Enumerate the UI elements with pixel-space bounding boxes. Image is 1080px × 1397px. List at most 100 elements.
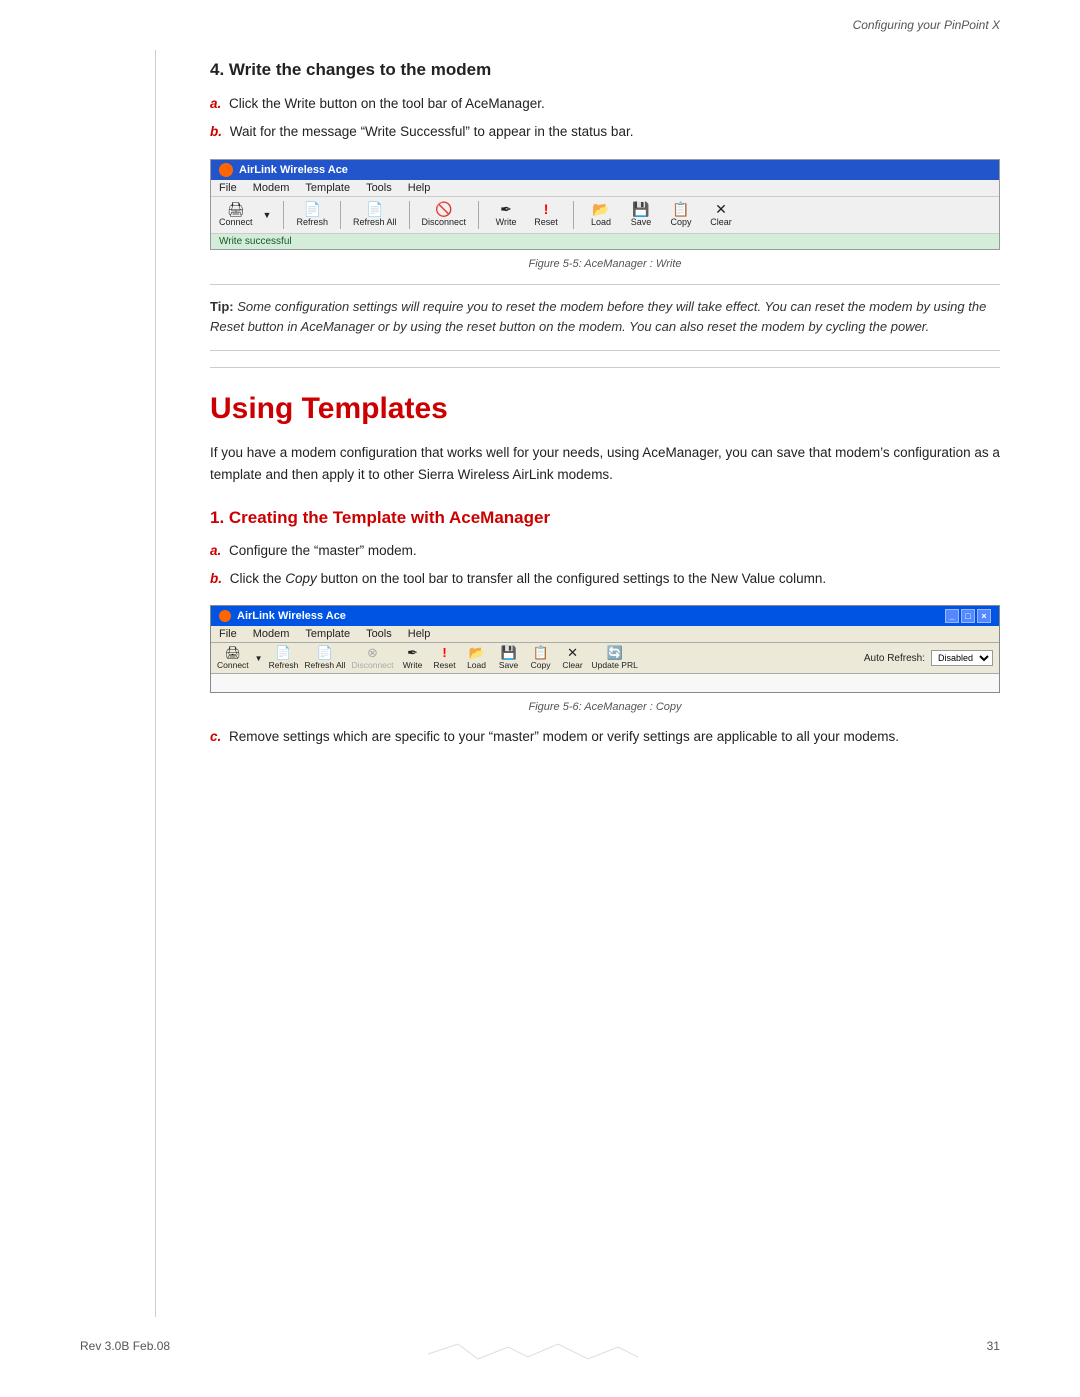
toolbar2-load[interactable]: 📂 Load bbox=[464, 646, 490, 670]
wave-decoration bbox=[428, 1339, 728, 1369]
refresh-icon: 📄 bbox=[303, 202, 320, 216]
reset-label: Reset bbox=[534, 217, 558, 227]
page-footer: Rev 3.0B Feb.08 31 bbox=[0, 1339, 1080, 1369]
section4-step-a: a. Click the Write button on the tool ba… bbox=[210, 94, 1000, 114]
tip-text: Some configuration settings will require… bbox=[210, 299, 986, 335]
toolbar-write[interactable]: ✒ Write bbox=[491, 202, 521, 227]
s1-step-c-label: c. bbox=[210, 729, 221, 744]
screenshot1: AirLink Wireless Ace File Modem Template… bbox=[210, 159, 1000, 250]
save2-label: Save bbox=[499, 660, 518, 670]
toolbar-refresh-all[interactable]: 📄 Refresh All bbox=[353, 202, 397, 227]
load2-icon: 📂 bbox=[468, 646, 484, 659]
update-prl-label: Update PRL bbox=[592, 660, 638, 670]
screenshot2: AirLink Wireless Ace _ □ × File Modem Te… bbox=[210, 605, 1000, 693]
titlebar-controls: _ □ × bbox=[945, 609, 991, 623]
write2-label: Write bbox=[403, 660, 423, 670]
disconnect-label: Disconnect bbox=[422, 217, 467, 227]
toolbar2-write[interactable]: ✒ Write bbox=[400, 646, 426, 670]
s1-step-b-label: b. bbox=[210, 571, 222, 586]
tip-label: Tip: bbox=[210, 299, 234, 314]
screenshot1-titlebar: AirLink Wireless Ace bbox=[211, 160, 999, 180]
refresh-label: Refresh bbox=[296, 217, 328, 227]
screenshot2-content bbox=[211, 674, 999, 692]
page-header: Configuring your PinPoint X bbox=[0, 0, 1080, 42]
reset2-label: Reset bbox=[433, 660, 455, 670]
copy2-label: Copy bbox=[531, 660, 551, 670]
toolbar-clear[interactable]: ✕ Clear bbox=[706, 202, 736, 227]
footer-rev: Rev 3.0B Feb.08 bbox=[80, 1339, 170, 1369]
toolbar2-copy[interactable]: 📋 Copy bbox=[528, 646, 554, 670]
separator4 bbox=[478, 201, 479, 229]
toolbar-copy[interactable]: 📋 Copy bbox=[666, 202, 696, 227]
toolbar-reset[interactable]: ! Reset bbox=[531, 202, 561, 227]
left-margin bbox=[155, 50, 156, 1317]
screenshot1-title: AirLink Wireless Ace bbox=[239, 164, 348, 176]
screenshot2-title: AirLink Wireless Ace bbox=[237, 610, 346, 622]
write-icon: ✒ bbox=[500, 202, 512, 216]
screenshot1-statusbar: Write successful bbox=[211, 234, 999, 249]
refresh-all-icon: 📄 bbox=[366, 202, 383, 216]
header-title: Configuring your PinPoint X bbox=[853, 18, 1000, 32]
menu-file[interactable]: File bbox=[219, 182, 237, 194]
toolbar-load[interactable]: 📂 Load bbox=[586, 202, 616, 227]
figure2-caption: Figure 5-6: AceManager : Copy bbox=[210, 701, 1000, 713]
close-btn[interactable]: × bbox=[977, 609, 991, 623]
toolbar2-reset[interactable]: ! Reset bbox=[432, 646, 458, 670]
clear-label: Clear bbox=[710, 217, 732, 227]
refresh2-label: Refresh bbox=[269, 660, 299, 670]
menu2-template[interactable]: Template bbox=[305, 628, 350, 640]
main-section-body: If you have a modem configuration that w… bbox=[210, 442, 1000, 487]
section1-step-b: b. Click the Copy button on the tool bar… bbox=[210, 569, 1000, 589]
toolbar2-update-prl[interactable]: 🔄 Update PRL bbox=[592, 646, 638, 670]
toolbar2-save[interactable]: 💾 Save bbox=[496, 646, 522, 670]
save2-icon: 💾 bbox=[500, 646, 516, 659]
toolbar2-connect[interactable]: 🖨 Connect bbox=[217, 646, 249, 670]
minimize-btn[interactable]: _ bbox=[945, 609, 959, 623]
menu2-help[interactable]: Help bbox=[408, 628, 431, 640]
connect2-label: Connect bbox=[217, 660, 249, 670]
section4-step-b: b. Wait for the message “Write Successfu… bbox=[210, 122, 1000, 142]
save-label: Save bbox=[631, 217, 652, 227]
clear2-icon: ✕ bbox=[567, 646, 578, 659]
load-label: Load bbox=[591, 217, 611, 227]
auto-refresh-select[interactable]: Disabled bbox=[931, 650, 993, 666]
toolbar-refresh[interactable]: 📄 Refresh bbox=[296, 202, 328, 227]
menu-help[interactable]: Help bbox=[408, 182, 431, 194]
toolbar-disconnect[interactable]: 🚫 Disconnect bbox=[422, 202, 467, 227]
copy2-icon: 📋 bbox=[532, 646, 548, 659]
toolbar-connect[interactable]: 🖨 Connect bbox=[219, 202, 253, 227]
toolbar2-refresh[interactable]: 📄 Refresh bbox=[269, 646, 299, 670]
load-icon: 📂 bbox=[592, 202, 609, 216]
section1-step-c: c. Remove settings which are specific to… bbox=[210, 727, 1000, 747]
auto-refresh-label: Auto Refresh: bbox=[864, 653, 925, 664]
figure1-caption: Figure 5-5: AceManager : Write bbox=[210, 258, 1000, 270]
menu-template[interactable]: Template bbox=[305, 182, 350, 194]
screenshot1-menubar: File Modem Template Tools Help bbox=[211, 180, 999, 197]
clear-icon: ✕ bbox=[715, 202, 727, 216]
section1-step-a: a. Configure the “master” modem. bbox=[210, 541, 1000, 561]
disconnect2-label: Disconnect bbox=[351, 660, 393, 670]
menu-modem[interactable]: Modem bbox=[253, 182, 290, 194]
write2-icon: ✒ bbox=[407, 646, 418, 659]
menu2-file[interactable]: File bbox=[219, 628, 237, 640]
menu2-tools[interactable]: Tools bbox=[366, 628, 392, 640]
connect2-icon: 🖨 bbox=[225, 646, 242, 659]
copy-italic: Copy bbox=[285, 571, 317, 586]
auto-refresh-area: Auto Refresh: Disabled bbox=[864, 650, 993, 666]
menu-tools[interactable]: Tools bbox=[366, 182, 392, 194]
copy-label: Copy bbox=[671, 217, 692, 227]
menu2-modem[interactable]: Modem bbox=[253, 628, 290, 640]
main-content: 4. Write the changes to the modem a. Cli… bbox=[210, 42, 1000, 747]
write-label: Write bbox=[496, 217, 517, 227]
connect-icon: 🖨 bbox=[227, 202, 245, 216]
maximize-btn[interactable]: □ bbox=[961, 609, 975, 623]
toolbar-save[interactable]: 💾 Save bbox=[626, 202, 656, 227]
clear2-label: Clear bbox=[562, 660, 582, 670]
toolbar2-clear[interactable]: ✕ Clear bbox=[560, 646, 586, 670]
connect-label: Connect bbox=[219, 217, 253, 227]
divider1 bbox=[210, 367, 1000, 368]
screenshot1-toolbar: 🖨 Connect ▼ 📄 Refresh 📄 Refresh All 🚫 bbox=[211, 197, 999, 234]
update-prl-icon: 🔄 bbox=[607, 646, 623, 659]
toolbar2-refresh-all[interactable]: 📄 Refresh All bbox=[304, 646, 345, 670]
section4-heading: 4. Write the changes to the modem bbox=[210, 60, 1000, 80]
